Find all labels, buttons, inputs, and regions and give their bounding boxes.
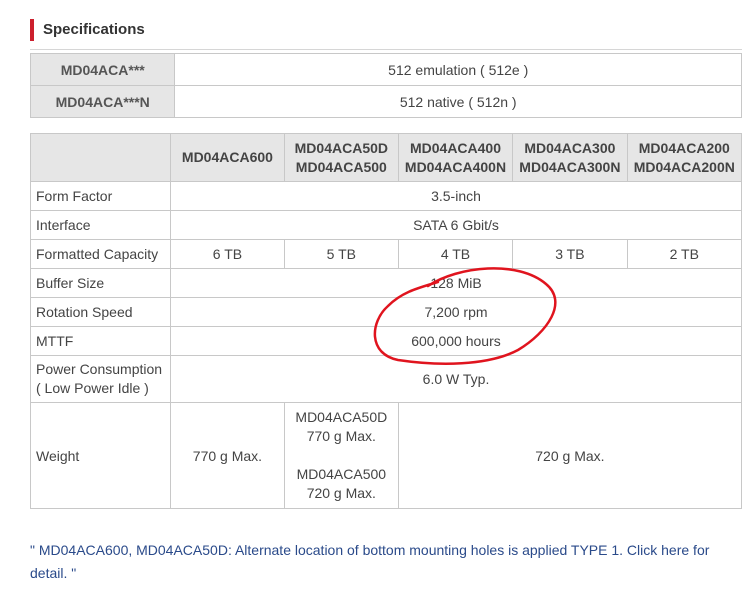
row-label-mttf: MTTF [29, 326, 172, 356]
mttf-value: 600,000 hours [170, 326, 742, 356]
row-label-buffer: Buffer Size [29, 268, 172, 298]
capacity-value: 2 TB [626, 239, 742, 269]
capacity-value: 3 TB [512, 239, 628, 269]
table-row: Form Factor 3.5-inch [29, 181, 742, 211]
capacity-value: 5 TB [283, 239, 399, 269]
table-row: Power Consumption( Low Power Idle ) 6.0 … [29, 355, 742, 403]
sector-mode-table: MD04ACA*** 512 emulation ( 512e ) MD04AC… [29, 53, 742, 118]
column-header-md04aca300: MD04ACA300 MD04ACA300N [512, 133, 628, 182]
rotation-value: 7,200 rpm [170, 297, 742, 327]
form-factor-value: 3.5-inch [170, 181, 742, 211]
table-row: Buffer Size 128 MiB [29, 268, 742, 298]
weight-value: 720 g Max. [397, 402, 742, 509]
interface-value: SATA 6 Gbit/s [170, 210, 742, 240]
table-row: MD04ACA***N 512 native ( 512n ) [29, 85, 742, 118]
weight-value-md04aca50d: MD04ACA50D 770 g Max. MD04ACA500 720 g M… [283, 402, 399, 509]
specifications-table: MD04ACA600 MD04ACA50D MD04ACA500 MD04ACA4… [29, 133, 742, 509]
capacity-value: 4 TB [397, 239, 514, 269]
row-label-capacity: Formatted Capacity [29, 239, 172, 269]
column-header-md04aca400: MD04ACA400 MD04ACA400N [397, 133, 514, 182]
section-title: Specifications [30, 19, 145, 41]
table-row: Interface SATA 6 Gbit/s [29, 210, 742, 240]
table-row: MD04ACA*** 512 emulation ( 512e ) [29, 53, 742, 86]
sector-mode-value: 512 native ( 512n ) [174, 85, 742, 118]
row-label-interface: Interface [29, 210, 172, 240]
column-header-md04aca600: MD04ACA600 [170, 133, 285, 182]
header-corner [29, 133, 172, 182]
table-row: Weight 770 g Max. MD04ACA50D 770 g Max. … [29, 402, 742, 509]
table-row: MTTF 600,000 hours [29, 326, 742, 356]
row-label-form-factor: Form Factor [29, 181, 172, 211]
row-label-rotation: Rotation Speed [29, 297, 172, 327]
table-row: Rotation Speed 7,200 rpm [29, 297, 742, 327]
weight-value: 770 g Max. [170, 402, 285, 509]
title-divider [30, 49, 742, 50]
row-label-weight: Weight [29, 402, 172, 509]
column-header-md04aca50d: MD04ACA50D MD04ACA500 [283, 133, 399, 182]
model-label: MD04ACA***N [29, 85, 176, 118]
footnote-link[interactable]: " MD04ACA600, MD04ACA50D: Alternate loca… [30, 539, 720, 585]
capacity-value: 6 TB [170, 239, 285, 269]
row-label-power: Power Consumption( Low Power Idle ) [29, 355, 172, 403]
table-row: Formatted Capacity 6 TB 5 TB 4 TB 3 TB 2… [29, 239, 742, 269]
column-header-md04aca200: MD04ACA200 MD04ACA200N [626, 133, 742, 182]
table-header-row: MD04ACA600 MD04ACA50D MD04ACA500 MD04ACA4… [29, 133, 742, 182]
sector-mode-value: 512 emulation ( 512e ) [174, 53, 742, 86]
buffer-value: 128 MiB [170, 268, 742, 298]
model-label: MD04ACA*** [29, 53, 176, 86]
power-value: 6.0 W Typ. [170, 355, 742, 403]
